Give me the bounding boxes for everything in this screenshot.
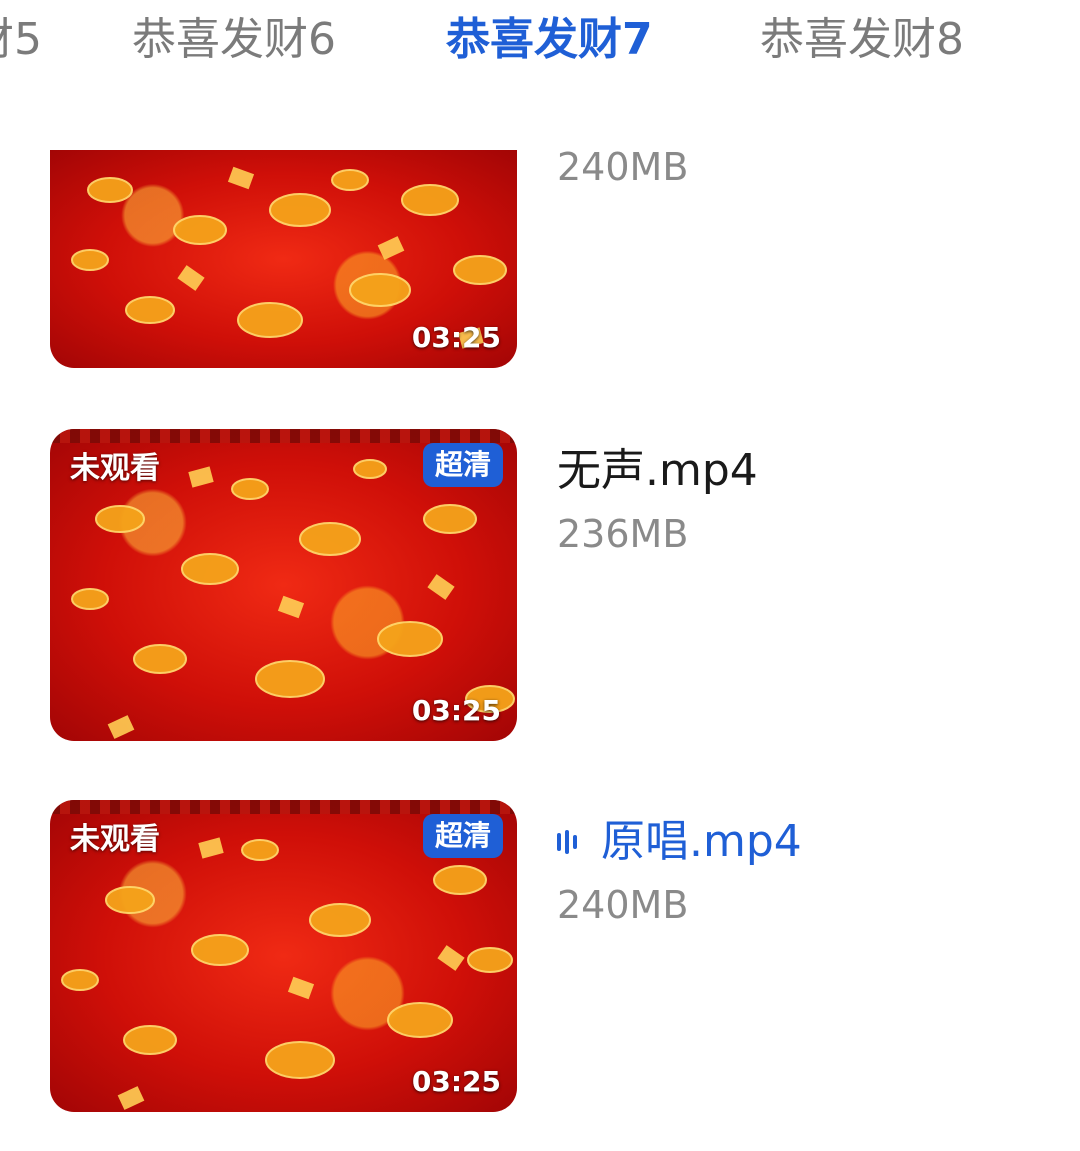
duration-label: 03:25 xyxy=(411,321,501,354)
file-name[interactable]: 无声.mp4 xyxy=(557,443,758,499)
duration-label: 03:25 xyxy=(411,1065,501,1098)
hd-badge: 超清 xyxy=(422,814,503,858)
video-thumbnail[interactable]: 未观看 超清 03:25 xyxy=(50,800,517,1112)
unwatched-label: 未观看 xyxy=(70,822,160,857)
file-name: 原唱.mp4 xyxy=(601,816,802,867)
video-item[interactable]: 未观看 超清 03:25 无声.mp4 236MB xyxy=(0,429,1080,741)
duration-label: 03:25 xyxy=(411,694,501,727)
file-size: 236MB xyxy=(557,512,689,556)
video-thumbnail[interactable]: 03:25 xyxy=(50,150,517,368)
video-thumbnail[interactable]: 未观看 超清 03:25 xyxy=(50,429,517,741)
video-info: 原唱.mp4 240MB xyxy=(557,814,802,930)
unwatched-label: 未观看 xyxy=(70,451,160,486)
tab-bar: 财5 恭喜发财6 恭喜发财7 恭喜发财8 xyxy=(0,0,1080,86)
file-name-row[interactable]: 原唱.mp4 xyxy=(557,814,802,870)
video-item[interactable]: 未观看 超清 03:25 原唱.mp4 240MB xyxy=(0,800,1080,1112)
file-size: 240MB xyxy=(557,145,689,189)
tab-7[interactable]: 恭喜发财7 xyxy=(446,12,653,68)
tab-6[interactable]: 恭喜发财6 xyxy=(132,12,336,68)
hd-badge: 超清 xyxy=(422,443,503,487)
tab-8[interactable]: 恭喜发财8 xyxy=(760,12,964,68)
audio-bars-icon xyxy=(557,830,577,854)
video-info: 无声.mp4 236MB xyxy=(557,443,758,559)
video-info: 240MB xyxy=(557,142,688,192)
file-size: 240MB xyxy=(557,883,689,927)
tab-5[interactable]: 财5 xyxy=(0,12,42,68)
video-item[interactable]: 03:25 240MB xyxy=(0,145,1080,368)
